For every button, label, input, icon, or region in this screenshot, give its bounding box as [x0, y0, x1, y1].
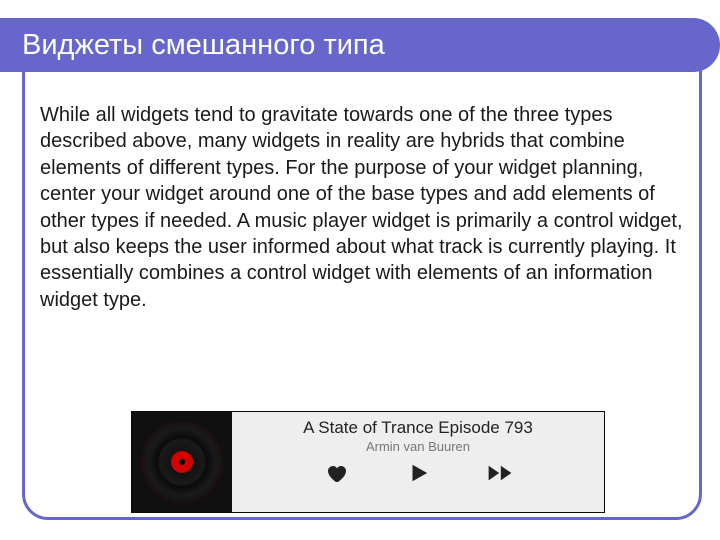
play-icon: [407, 462, 429, 484]
play-button[interactable]: [405, 460, 431, 486]
music-player-widget: A State of Trance Episode 793 Armin van …: [132, 412, 604, 512]
fast-forward-button[interactable]: [487, 460, 513, 486]
heart-icon: [324, 461, 348, 485]
slide-title-bar: Виджеты смешанного типа: [0, 18, 720, 72]
player-info-panel: A State of Trance Episode 793 Armin van …: [232, 412, 604, 512]
track-artist: Armin van Buuren: [366, 439, 470, 454]
slide-title: Виджеты смешанного типа: [22, 29, 385, 62]
player-controls: [323, 460, 513, 486]
body-text: While all widgets tend to gravitate towa…: [40, 102, 684, 313]
album-art: [132, 412, 232, 512]
vinyl-disc-icon: [143, 423, 221, 501]
fast-forward-icon: [487, 462, 513, 484]
favorite-button[interactable]: [323, 460, 349, 486]
track-title: A State of Trance Episode 793: [303, 418, 533, 438]
